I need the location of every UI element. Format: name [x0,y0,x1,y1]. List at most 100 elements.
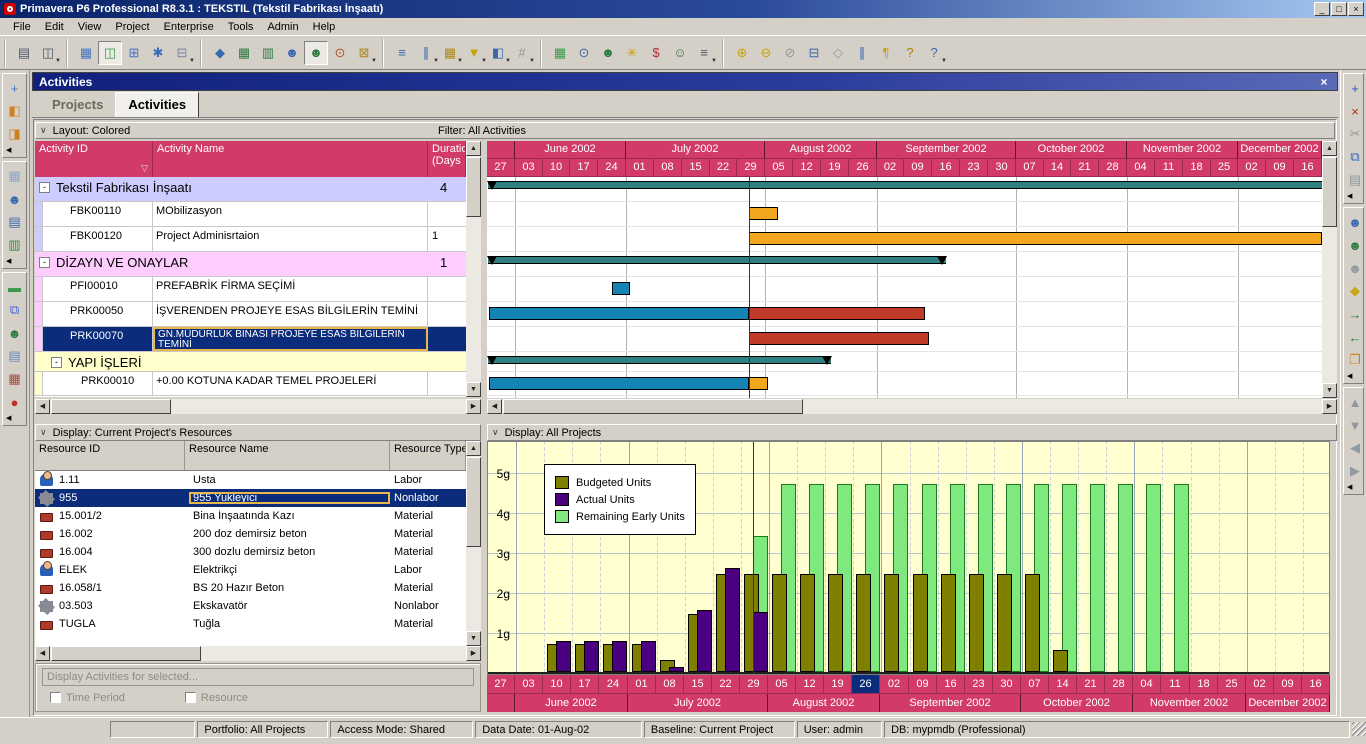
reschedule-icon[interactable]: ⊙ [328,41,352,65]
roles-icon[interactable]: ☻ [596,41,620,65]
collapse-left-icon[interactable]: ◀ [1344,483,1363,493]
maximize-button[interactable]: □ [1331,2,1347,16]
activity-row[interactable]: PRK00070GN.MÜDÜRLÜK BİNASI PROJEYE ESAS … [35,327,466,352]
remaining-units-bar[interactable] [1174,484,1189,672]
actual-units-bar[interactable] [697,610,712,672]
budgeted-units-bar[interactable] [941,574,956,672]
projects-view-icon[interactable]: ▦ [74,41,98,65]
layout-option-bar[interactable]: ∨ Layout: Colored Filter: All Activities [35,122,1335,139]
resource-table-hscrollbar[interactable]: ◀ ▶ [35,646,481,661]
find-activity-icon[interactable]: ◆ [208,41,232,65]
gantt-summary-bar[interactable] [488,181,1322,189]
budgeted-units-bar[interactable] [828,574,843,672]
column-header-duration[interactable]: Duration(Days [428,141,466,177]
wps-documents-icon[interactable]: ▤ [4,345,26,367]
gantt-early-bar[interactable] [612,282,630,295]
gantt-hscrollbar[interactable]: ◀ ▶ [487,399,1337,414]
projects-folder-icon[interactable]: ▦ [4,165,26,187]
activities-view-icon[interactable]: ◫ [98,41,122,65]
delete-icon[interactable]: × [1344,100,1366,122]
resource-usage-spreadsheet-icon[interactable]: ☻ [280,41,304,65]
gantt-remaining-bar[interactable] [749,377,768,390]
activity-table-vscrollbar[interactable]: ▲ ▼ [466,141,481,397]
notebook-topic-icon[interactable]: ¶ [874,41,898,65]
import-project-icon[interactable]: ◨ [4,123,26,145]
collapse-left-icon[interactable]: ◀ [3,146,26,156]
budgeted-units-bar[interactable] [913,574,928,672]
print-icon[interactable]: ▤ [12,41,36,65]
activity-usage-profile-icon[interactable]: ▥ [256,41,280,65]
remaining-units-bar[interactable] [1146,484,1161,672]
resource-details-icon[interactable]: ▦ [548,41,572,65]
hscroll-thumb[interactable] [51,399,171,414]
activity-table-icon[interactable]: ▦ [232,41,256,65]
gantt-critical-bar[interactable] [749,332,929,345]
update-progress-icon[interactable]: ⊙ [572,41,596,65]
budgeted-units-bar[interactable] [1025,574,1040,672]
print-preview-icon[interactable]: ◫▼ [36,41,60,65]
resource-row[interactable]: 16.002200 doz demirsiz betonMaterial [35,525,466,543]
move-up-icon[interactable]: ▲ [1344,391,1366,413]
zoom-out-icon[interactable]: ⊖ [754,41,778,65]
layout-options-icon[interactable]: ◧▼ [486,41,510,65]
add-icon[interactable]: + [1344,77,1366,99]
collapse-minus-icon[interactable]: - [39,182,50,193]
menu-help[interactable]: Help [306,19,343,35]
gantt-chart[interactable] [487,177,1322,398]
assign-predecessor-icon[interactable]: → [1344,303,1366,325]
budgeted-units-bar[interactable] [772,574,787,672]
column-header-activity-id[interactable]: Activity ID▽ [35,141,153,177]
gantt-remaining-bar[interactable] [749,207,778,220]
scroll-down-icon[interactable]: ▼ [466,382,481,397]
remaining-units-bar[interactable] [1062,484,1077,672]
budgeted-units-bar[interactable] [856,574,871,672]
minimize-button[interactable]: _ [1314,2,1330,16]
menu-enterprise[interactable]: Enterprise [157,19,221,35]
tracking-view-icon[interactable]: ⊟▼ [170,41,194,65]
scroll-up-icon[interactable]: ▲ [466,141,481,156]
online-help-icon[interactable]: ?▼ [922,41,946,65]
group-row[interactable]: -DİZAYN VE ONAYLAR1 [35,252,466,277]
wbs-view-icon[interactable]: ⊞ [122,41,146,65]
dropdown-icon[interactable]: ▼ [55,58,61,64]
global-change-icon[interactable]: ✳ [620,41,644,65]
group-row[interactable]: -YAPI İŞLERİ [35,352,466,372]
gantt-vscrollbar[interactable]: ▲ ▼ [1322,141,1337,398]
gantt-remaining-bar[interactable] [749,232,1322,245]
scroll-down-icon[interactable]: ▼ [466,631,481,646]
budgeted-units-bar[interactable] [884,574,899,672]
activities-window-icon[interactable]: ▬ [4,276,26,298]
activity-row[interactable]: PRK00010+0.00 KOTUNA KADAR TEMEL PROJELE… [35,372,466,396]
gantt-critical-bar[interactable] [749,307,925,320]
remaining-units-bar[interactable] [1118,484,1133,672]
actual-units-bar[interactable] [612,641,627,672]
collapse-left-icon[interactable]: ◀ [3,257,26,267]
resources-option-bar[interactable]: ∨ Display: Current Project's Resources [35,424,481,441]
profile-option-bar[interactable]: ∨ Display: All Projects [487,424,1337,441]
budgeted-units-bar[interactable] [997,574,1012,672]
activity-codes-icon[interactable]: ≡▼ [692,41,716,65]
collapse-left-icon[interactable]: ◀ [1344,372,1363,382]
actual-units-bar[interactable] [641,641,656,672]
assign-successor-icon[interactable]: ← [1344,326,1366,348]
summarize-icon[interactable]: ⊠▼ [352,41,376,65]
resource-row[interactable]: 16.058/1BS 20 Hazır BetonMaterial [35,579,466,597]
checkbox-icon[interactable] [185,692,196,703]
dropdown-icon[interactable]: ▼ [371,58,377,64]
zoom-in-icon[interactable]: ⊕ [730,41,754,65]
filters-icon[interactable]: ▼▼ [462,41,486,65]
scroll-left-icon[interactable]: ◀ [35,399,50,414]
remaining-units-bar[interactable] [1090,484,1105,672]
dropdown-icon[interactable]: ▼ [189,58,195,64]
scroll-up-icon[interactable]: ▲ [466,441,481,456]
scroll-right-icon[interactable]: ▶ [466,399,481,414]
add-resource-icon[interactable]: ☺ [668,41,692,65]
assign-activity-code-icon[interactable]: ◆ [1344,280,1366,302]
assign-resource-icon[interactable]: ☻ [1344,211,1366,233]
resource-row[interactable]: 1.11UstaLabor [35,471,466,489]
new-project-icon[interactable]: + [4,77,26,99]
hscroll-thumb[interactable] [51,646,201,661]
vscroll-thumb[interactable] [1322,157,1337,227]
activity-row[interactable]: FBK00110MObilizasyon [35,202,466,227]
scroll-up-icon[interactable]: ▲ [1322,141,1337,156]
